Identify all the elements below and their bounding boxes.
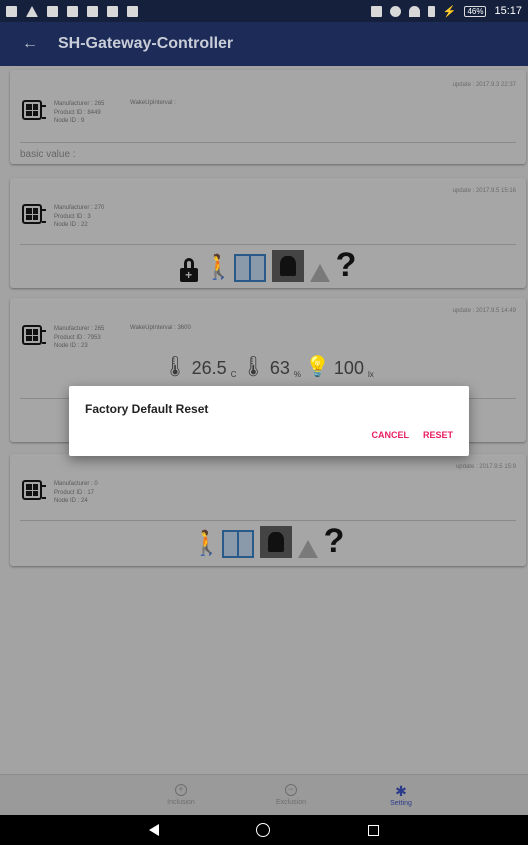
divider xyxy=(20,520,516,521)
door-icon xyxy=(233,254,266,282)
node-id: Node ID : 9 xyxy=(54,118,85,124)
manufacturer: Manufacturer : 0 xyxy=(54,481,98,487)
back-arrow-icon[interactable]: ← xyxy=(22,35,58,53)
device-icon xyxy=(22,325,46,345)
node-id: Node ID : 22 xyxy=(54,222,88,228)
device-card[interactable]: update : 2017.9.5 15:16 Manufacturer : 2… xyxy=(10,178,526,288)
device-info: Manufacturer : 270 Product ID : 3 Node I… xyxy=(54,204,104,230)
app-title: SH-Gateway-Controller xyxy=(58,35,234,52)
back-icon[interactable] xyxy=(148,824,159,836)
motion-icon: 🚶 xyxy=(203,254,234,281)
node-id: Node ID : 23 xyxy=(54,343,88,349)
status-bar: ⚡ 46% 15:17 xyxy=(0,0,528,22)
factory-reset-dialog: Factory Default Reset CANCEL RESET xyxy=(69,386,469,456)
product-id: Product ID : 3 xyxy=(54,213,91,220)
nav-label: Exclusion xyxy=(276,799,306,806)
update-timestamp: update : 2017.9.3 22:37 xyxy=(452,82,516,88)
app-bar: ← SH-Gateway-Controller xyxy=(0,22,528,66)
divider xyxy=(20,244,516,245)
manufacturer: Manufacturer : 270 xyxy=(54,205,105,211)
notification-icon xyxy=(107,5,118,17)
device-card[interactable]: update : 2017.9.5 15:9 Manufacturer : 0 … xyxy=(10,454,526,566)
cancel-button[interactable]: CANCEL xyxy=(371,430,409,440)
dialog-title: Factory Default Reset xyxy=(85,402,209,416)
humidity-icon: 🌡 xyxy=(240,356,266,378)
sim-icon xyxy=(427,5,435,17)
sensor-readings: 🌡 26.5 C 🌡 63 % 💡 100 lx xyxy=(10,354,526,379)
product-id: Product ID : 17 xyxy=(54,489,95,496)
device-icon xyxy=(22,100,46,120)
nfc-icon xyxy=(370,5,382,17)
device-icon xyxy=(22,480,46,500)
sync-icon xyxy=(389,5,401,17)
device-info: Manufacturer : 0 Product ID : 17 Node ID… xyxy=(54,480,98,506)
gear-icon: ✱ xyxy=(395,782,407,799)
unknown-icon: ? xyxy=(335,246,357,284)
home-icon[interactable] xyxy=(256,823,271,837)
charging-icon: ⚡ xyxy=(442,5,457,18)
clock: 15:17 xyxy=(494,5,522,17)
divider xyxy=(20,142,516,143)
wifi-icon xyxy=(408,5,420,17)
manufacturer: Manufacturer : 265 xyxy=(54,326,105,332)
system-navigation-bar xyxy=(0,815,528,845)
device-info: Manufacturer : 265 Product ID : 7953 Nod… xyxy=(54,325,104,351)
plus-circle-icon: + xyxy=(175,784,187,796)
notification-icon xyxy=(127,5,138,17)
system-icons: ⚡ 46% 15:17 xyxy=(370,5,522,18)
notification-icon xyxy=(67,5,78,17)
notification-icons xyxy=(6,5,138,17)
battery-indicator: 46% xyxy=(464,5,487,17)
notification-icon xyxy=(47,5,58,17)
lux-unit: lx xyxy=(367,370,374,379)
nav-label: Inclusion xyxy=(167,799,195,806)
bottom-navigation: + Inclusion − Exclusion ✱ Setting xyxy=(0,774,528,815)
nav-setting[interactable]: ✱ Setting xyxy=(346,775,456,815)
humidity-unit: % xyxy=(293,370,302,379)
nav-inclusion[interactable]: + Inclusion xyxy=(126,775,236,815)
notification-icon xyxy=(6,5,17,17)
tamper-icon xyxy=(259,526,292,558)
sensor-icons: 🚶 ? xyxy=(10,524,526,558)
door-icon xyxy=(221,530,254,558)
sensor-icons: + 🚶 ? xyxy=(10,248,526,282)
node-id: Node ID : 24 xyxy=(54,498,88,504)
update-timestamp: update : 2017.9.5 15:9 xyxy=(455,464,516,470)
lock-icon: + xyxy=(179,258,198,282)
warning-icon xyxy=(309,264,330,282)
update-timestamp: update : 2017.9.5 15:16 xyxy=(452,188,516,194)
lux-value: 100 xyxy=(333,358,364,378)
motion-icon: 🚶 xyxy=(191,530,222,557)
warning-icon xyxy=(26,5,38,17)
warning-icon xyxy=(297,540,318,558)
product-id: Product ID : 7953 xyxy=(54,334,101,341)
unknown-icon: ? xyxy=(323,522,345,560)
tamper-icon xyxy=(271,250,304,282)
thermometer-icon: 🌡 xyxy=(162,356,188,378)
update-timestamp: update : 2017.9.5 14:49 xyxy=(452,308,516,314)
nav-exclusion[interactable]: − Exclusion xyxy=(236,775,346,815)
wakeup-interval: WakeUpInterval : 3600 xyxy=(130,325,191,331)
manufacturer: Manufacturer : 265 xyxy=(54,101,105,107)
nav-label: Setting xyxy=(390,799,412,807)
temperature-value: 26.5 xyxy=(191,358,227,378)
dialog-actions: CANCEL RESET xyxy=(371,430,453,440)
wakeup-interval: WakeUpInterval : xyxy=(130,100,176,106)
basic-value: basic value : xyxy=(20,149,76,160)
temperature-unit: C xyxy=(230,370,237,379)
humidity-value: 63 xyxy=(269,358,290,378)
notification-icon xyxy=(87,5,98,17)
device-card[interactable]: update : 2017.9.3 22:37 Manufacturer : 2… xyxy=(10,70,526,164)
recents-icon[interactable] xyxy=(368,824,380,836)
product-id: Product ID : 8449 xyxy=(54,109,101,116)
reset-button[interactable]: RESET xyxy=(423,430,453,440)
device-info: Manufacturer : 265 Product ID : 8449 Nod… xyxy=(54,100,104,126)
lightbulb-icon: 💡 xyxy=(305,356,330,378)
minus-circle-icon: − xyxy=(285,784,297,796)
device-icon xyxy=(22,204,46,224)
